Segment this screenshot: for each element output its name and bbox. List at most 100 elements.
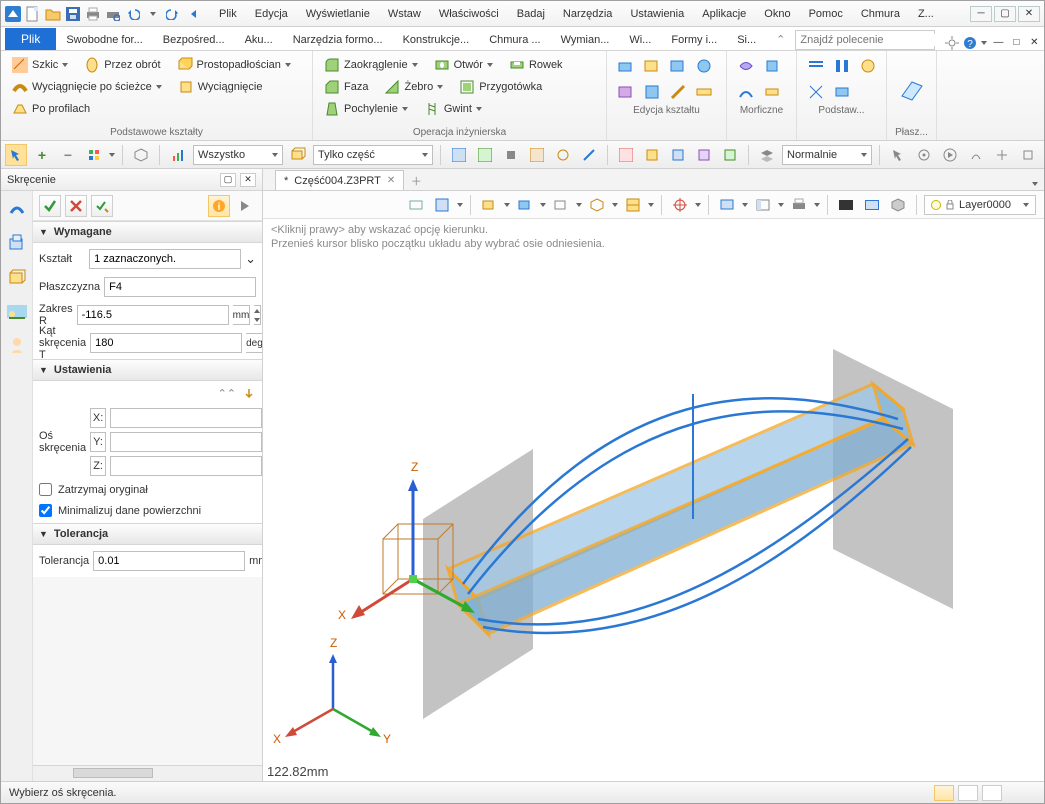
btn-gwint[interactable]: Gwint — [421, 99, 485, 119]
mdi-restore[interactable]: □ — [1009, 37, 1023, 49]
ts-a6[interactable] — [578, 144, 600, 166]
collapse-settings-icon[interactable]: ⌃⌃ — [218, 387, 236, 401]
ribbon-tab-2[interactable]: Aku... — [235, 30, 283, 50]
save-icon[interactable] — [65, 6, 81, 22]
vt-shaded[interactable] — [622, 194, 644, 216]
edit-icon-7[interactable] — [667, 81, 689, 103]
filter-combo-2[interactable]: Tylko część — [313, 145, 433, 165]
ok-button[interactable] — [39, 195, 61, 217]
btn-wyciagniecie[interactable]: Wyciągnięcie — [175, 77, 266, 97]
ts-chart-icon[interactable] — [167, 144, 189, 166]
btn-przygotowka[interactable]: Przygotówka — [456, 77, 545, 97]
edit-icon-8[interactable] — [693, 81, 715, 103]
status-btn-2[interactable] — [958, 785, 978, 801]
edit-icon-6[interactable] — [641, 81, 663, 103]
vt-target-drop[interactable] — [695, 203, 701, 207]
tabs-overflow-icon[interactable] — [1032, 182, 1038, 186]
filter-combo-1[interactable]: Wszystko — [193, 145, 283, 165]
vt-solid-iso[interactable] — [887, 194, 909, 216]
menu-pomoc[interactable]: Pomoc — [801, 5, 851, 23]
tolerance-value[interactable] — [93, 551, 245, 571]
range-spinner[interactable] — [254, 305, 261, 325]
morph-icon-3[interactable] — [735, 81, 757, 103]
menu-aplikacje[interactable]: Aplikacje — [694, 5, 754, 23]
plane-icon[interactable] — [898, 76, 926, 104]
ribbon-tab-0[interactable]: Swobodne for... — [56, 30, 152, 50]
axis-y-input[interactable] — [110, 432, 262, 452]
side-nav-icon-1[interactable] — [7, 199, 27, 219]
btn-rowek[interactable]: Rowek — [506, 55, 566, 75]
menu-okno[interactable]: Okno — [756, 5, 798, 23]
ts-c2[interactable] — [913, 144, 935, 166]
axis-x-input[interactable] — [110, 408, 262, 428]
ts-plus-icon[interactable]: + — [31, 144, 53, 166]
btn-prostopadloscian[interactable]: Prostopadłościan — [174, 55, 294, 75]
ts-layers-icon[interactable] — [756, 144, 778, 166]
base-icon-2[interactable] — [831, 55, 853, 77]
ts-a1[interactable] — [448, 144, 470, 166]
ribbon-tab-1[interactable]: Bezpośred... — [153, 30, 235, 50]
btn-faza[interactable]: Faza — [321, 77, 371, 97]
btn-po-profilach[interactable]: Po profilach — [9, 99, 93, 119]
mdi-close[interactable]: ✕ — [1027, 37, 1041, 49]
ts-filter-icon[interactable] — [83, 144, 105, 166]
plane-value[interactable] — [104, 277, 256, 297]
print-icon[interactable] — [85, 6, 101, 22]
vt-cube1-drop[interactable] — [504, 203, 510, 207]
range-value[interactable] — [77, 305, 229, 325]
vt-cube1[interactable] — [478, 194, 500, 216]
window-restore[interactable]: ▢ — [994, 6, 1016, 22]
ts-b4[interactable] — [693, 144, 715, 166]
vt-cube2[interactable] — [514, 194, 536, 216]
btn-zebro[interactable]: Żebro — [381, 77, 446, 97]
shape-value[interactable] — [89, 249, 241, 269]
ts-minus-icon[interactable]: − — [57, 144, 79, 166]
print-preview-icon[interactable] — [105, 6, 121, 22]
keep-original-checkbox[interactable] — [39, 483, 52, 496]
vt-solid-black[interactable] — [835, 194, 857, 216]
ribbon-tab-3[interactable]: Narzędzia formo... — [283, 30, 393, 50]
vt-side-drop[interactable] — [778, 203, 784, 207]
base-icon-1[interactable] — [805, 55, 827, 77]
btn-przez-obrot[interactable]: Przez obrót — [81, 55, 163, 75]
ribbon-tab-6[interactable]: Wymian... — [551, 30, 620, 50]
settings-pick-icon[interactable] — [242, 387, 256, 401]
vt-wire-drop[interactable] — [576, 203, 582, 207]
apply-button[interactable] — [91, 195, 113, 217]
ribbon-tab-4[interactable]: Konstrukcje... — [393, 30, 480, 50]
ts-c1[interactable] — [887, 144, 909, 166]
btn-zaokraglenie[interactable]: Zaokrąglenie — [321, 55, 421, 75]
vt-solid-frame[interactable] — [861, 194, 883, 216]
morph-icon-1[interactable] — [735, 55, 757, 77]
menu-ustawienia[interactable]: Ustawienia — [622, 5, 692, 23]
document-tab[interactable]: * Część004.Z3PRT ✕ — [275, 170, 404, 190]
vt-cube2-drop[interactable] — [540, 203, 546, 207]
menu-overflow[interactable]: Z... — [910, 5, 942, 23]
panel-close-icon[interactable]: ✕ — [240, 173, 256, 187]
btn-otwor[interactable]: Otwór — [431, 55, 496, 75]
forward-button[interactable] — [234, 195, 256, 217]
btn-szkic[interactable]: Szkic — [9, 55, 71, 75]
window-close[interactable]: ✕ — [1018, 6, 1040, 22]
info-toggle[interactable]: i — [208, 195, 230, 217]
edit-icon-1[interactable] — [615, 55, 637, 77]
ribbon-tab-9[interactable]: Si... — [727, 30, 766, 50]
new-tab-button[interactable]: ＋ — [406, 172, 426, 190]
vt-wireframe[interactable] — [550, 194, 572, 216]
menu-narzedzia[interactable]: Narzędzia — [555, 5, 621, 23]
section-settings[interactable]: ▼Ustawienia — [33, 359, 262, 381]
help-icon[interactable]: ? — [963, 36, 977, 50]
ts-hexagon-icon[interactable] — [130, 144, 152, 166]
ts-b2[interactable] — [641, 144, 663, 166]
command-search-input[interactable] — [800, 34, 942, 46]
vt-sidepanel-icon[interactable] — [752, 194, 774, 216]
ts-c4[interactable] — [965, 144, 987, 166]
settings-gear-icon[interactable] — [945, 36, 959, 50]
qat-dropdown-icon[interactable] — [145, 6, 161, 22]
menu-chmura[interactable]: Chmura — [853, 5, 908, 23]
ts-a3[interactable] — [500, 144, 522, 166]
base-icon-5[interactable] — [831, 81, 853, 103]
ts-a2[interactable] — [474, 144, 496, 166]
mdi-minimize[interactable]: — — [991, 37, 1005, 49]
window-minimize[interactable]: ─ — [970, 6, 992, 22]
